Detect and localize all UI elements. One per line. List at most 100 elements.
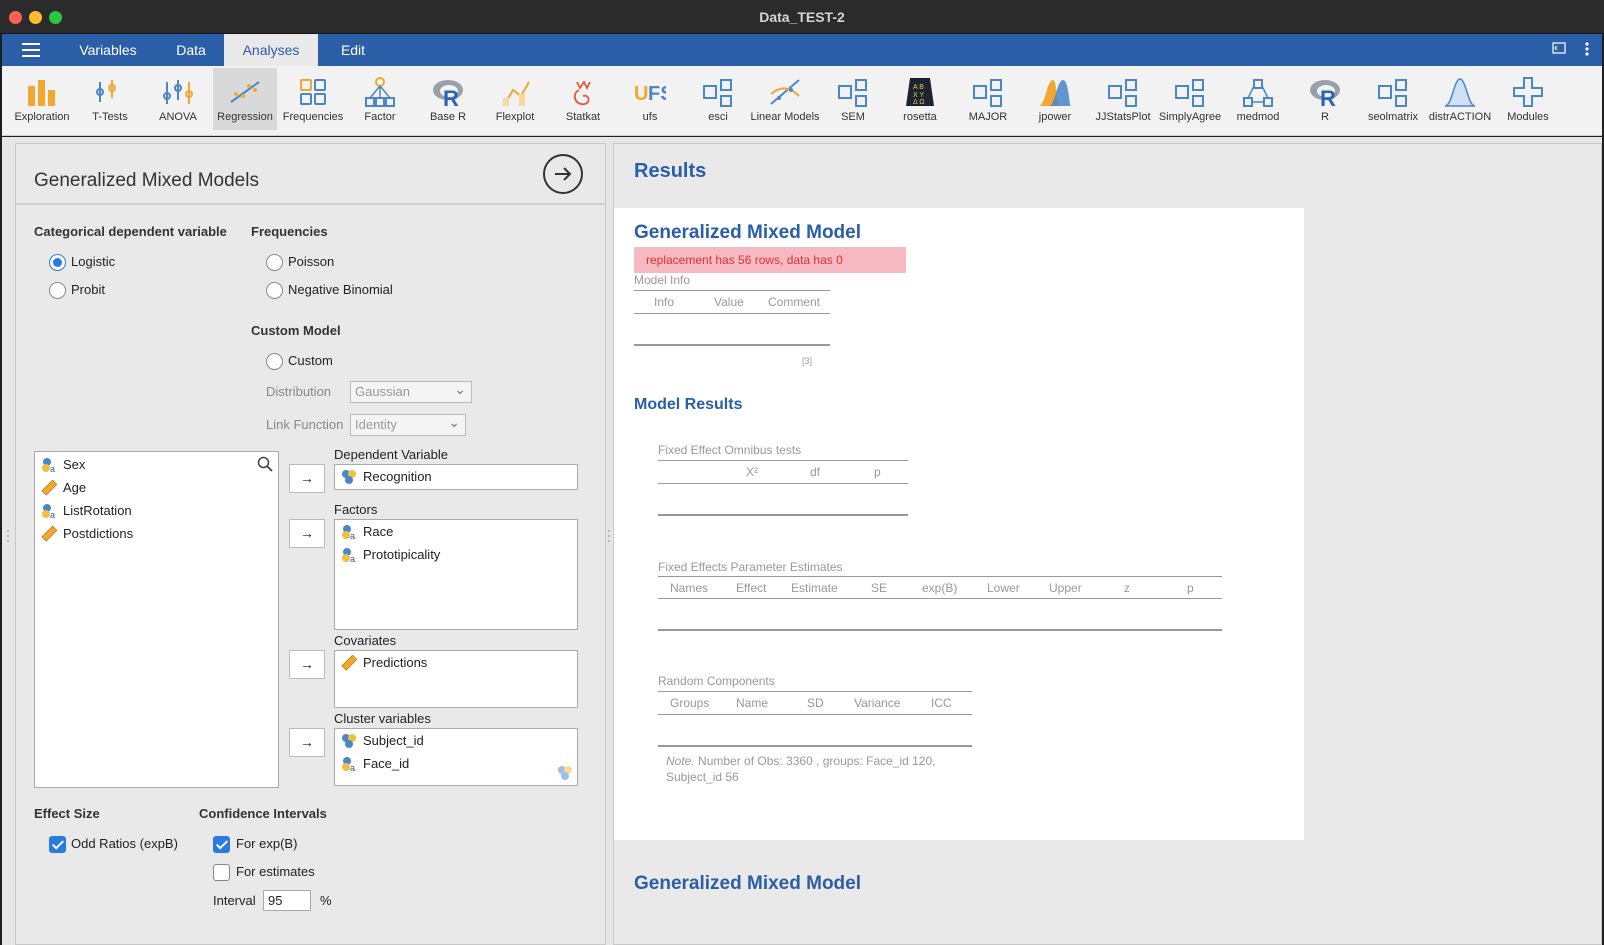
r-icon: R [1310,80,1340,108]
list-item[interactable]: Recognition [341,467,432,487]
svg-text:X Y: X Y [913,92,924,99]
table-header: Value [714,295,744,309]
menu-icon[interactable] [22,43,40,57]
tab-variables[interactable]: Variables [68,34,148,66]
distribution-value: Gaussian [355,384,410,399]
ribbon-regression[interactable]: Regression [213,68,277,130]
table-header: ICC [931,696,952,710]
exploration-icon [28,80,55,106]
ribbon-ufs[interactable]: UFS ufs [618,68,682,130]
panel-splitter-handle[interactable] [607,529,611,546]
available-variables-list[interactable]: a Sex Age a ListRotation Postdictions [34,451,279,788]
variable-name: ListRotation [63,503,132,518]
table-top-rule [658,460,908,461]
ribbon-frequencies[interactable]: Frequencies [281,68,345,130]
table-header: Variance [854,696,901,710]
move-to-clusters-button[interactable]: → [289,728,325,757]
results-panel: Results Generalized Mixed Model replacem… [613,143,1602,945]
table-header: Info [654,295,675,309]
variable-name: Race [363,524,394,539]
tab-analyses[interactable]: Analyses [224,34,318,66]
table-bottom-rule [658,514,908,516]
ribbon-esci[interactable]: esci [686,68,750,130]
logistic-radio[interactable] [49,254,66,271]
list-item[interactable]: a ListRotation [41,501,132,521]
table-header: X² [746,465,758,479]
list-item[interactable]: a Face_id [341,754,409,774]
nominal-variable-icon: a [42,458,55,473]
list-item[interactable]: Predictions [341,653,427,673]
interval-label: Interval [213,893,256,908]
list-item[interactable]: Postdictions [41,524,133,544]
list-item[interactable]: a Sex [41,455,85,475]
categorical-header: Categorical dependent variable [34,224,227,239]
list-item[interactable]: a Prototipicality [341,545,440,565]
ribbon-r[interactable]: R R [1293,68,1357,130]
list-item[interactable]: Subject_id [341,731,424,751]
probit-radio[interactable] [49,282,66,299]
ribbon-exploration[interactable]: Exploration [10,68,74,130]
ribbon-t-tests[interactable]: T-Tests [78,68,142,130]
note-label: Note. [666,754,695,768]
tab-data[interactable]: Data [158,34,224,66]
poisson-radio[interactable] [266,254,283,271]
list-item[interactable]: a Race [341,522,393,542]
ribbon-anova[interactable]: ANOVA [146,68,210,130]
ribbon-jpower[interactable]: jpower [1023,68,1087,130]
svg-text:a: a [350,531,355,540]
effect-size-header: Effect Size [34,806,100,821]
ribbon-rosetta[interactable]: A BX YΔ Ω rosetta [888,68,952,130]
odd-ratios-checkbox[interactable] [49,836,66,853]
covariates-box[interactable]: Predictions [334,650,578,708]
ci-expb-checkbox[interactable] [213,836,230,853]
ci-estimates-checkbox[interactable] [213,864,230,881]
nominal-variable-icon [342,734,356,748]
table-header: p [874,465,881,479]
search-icon[interactable] [257,456,273,472]
ribbon-medmod[interactable]: medmod [1226,68,1290,130]
link-function-label: Link Function [266,417,344,432]
table-bottom-rule [658,629,1222,631]
ribbon-sem[interactable]: SEM [821,68,885,130]
svg-text:FS: FS [648,83,666,105]
move-to-dependent-button[interactable]: → [289,464,325,493]
link-function-select[interactable]: Identity [350,412,466,436]
ribbon-factor[interactable]: Factor [348,68,412,130]
dependent-variable-box[interactable]: Recognition [334,464,578,490]
factors-box[interactable]: a Race a Prototipicality [334,519,578,630]
table-header: Lower [987,581,1020,595]
ribbon-jjstatsplot[interactable]: JJStatsPlot [1091,68,1155,130]
options-panel: Generalized Mixed Models Categorical dep… [15,143,606,945]
move-to-covariates-button[interactable]: → [289,650,325,679]
results-mode-icon[interactable] [1552,41,1566,58]
cluster-variables-box[interactable]: Subject_id a Face_id [334,728,578,786]
left-splitter-handle[interactable] [6,529,10,546]
nominal-variable-icon: a [342,525,355,540]
seolmatrix-icon [1378,79,1407,107]
go-arrow-icon[interactable] [543,154,583,194]
ribbon-simplyagree[interactable]: SimplyAgree [1158,68,1222,130]
tab-edit[interactable]: Edit [322,34,384,66]
custom-radio[interactable] [266,353,283,370]
ribbon-statkat[interactable]: Statkat [551,68,615,130]
table-header-rule [658,483,908,484]
ribbon-seolmatrix[interactable]: seolmatrix [1361,68,1425,130]
ribbon-base-r[interactable]: R Base R [416,68,480,130]
ribbon-distraction[interactable]: distrACTION [1428,68,1492,130]
more-vertical-icon[interactable] [1584,41,1590,60]
list-item[interactable]: Age [41,478,86,498]
ribbon-linear-models[interactable]: Linear Models [750,68,820,130]
interval-input[interactable]: 95 [263,890,311,911]
dependent-variable-label: Dependent Variable [334,447,448,462]
ribbon-major[interactable]: MAJOR [956,68,1020,130]
negative-binomial-radio[interactable] [266,282,283,299]
ci-expb-label: For exp(B) [236,836,298,851]
table-header: Comment [768,295,821,309]
ribbon-flexplot[interactable]: Flexplot [483,68,547,130]
factors-label: Factors [334,502,378,517]
distribution-select[interactable]: Gaussian [350,379,472,403]
percent-label: % [320,893,332,908]
move-to-factors-button[interactable]: → [289,519,325,548]
table-footnote: [3] [802,356,813,366]
ribbon-modules[interactable]: Modules [1496,68,1560,130]
